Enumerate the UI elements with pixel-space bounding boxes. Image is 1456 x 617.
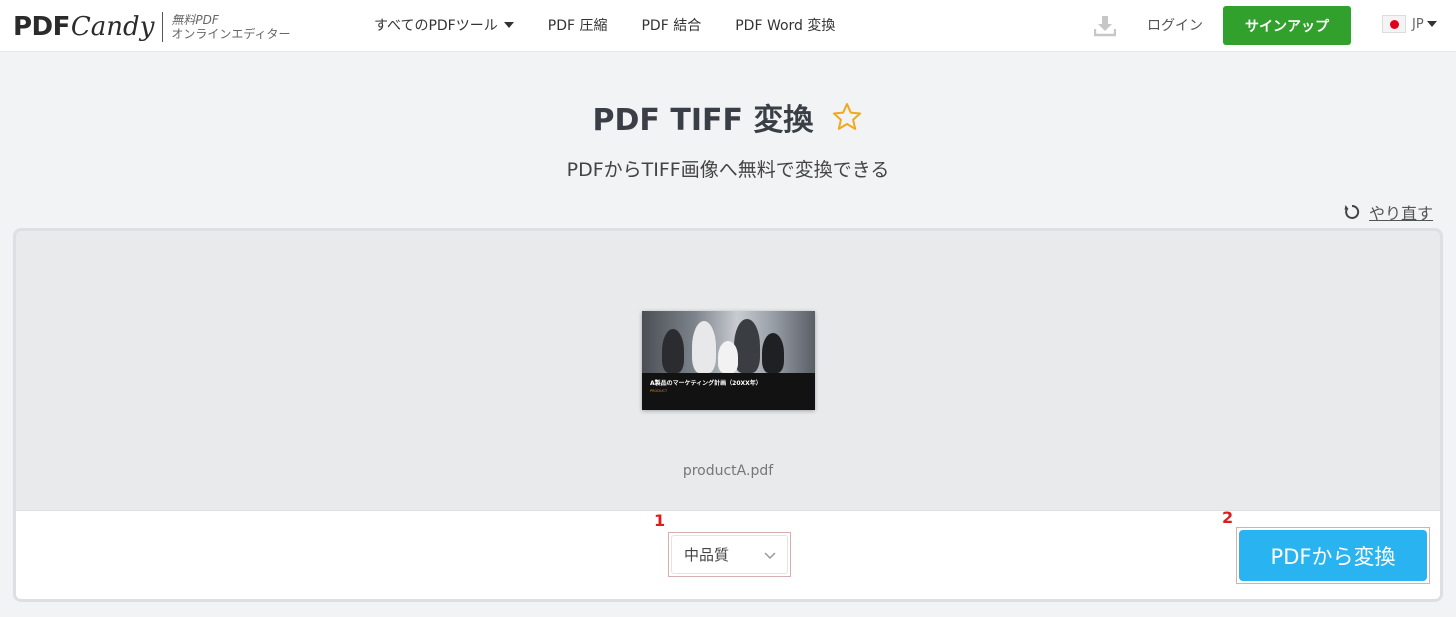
thumbnail-figure	[718, 341, 738, 373]
caret-down-icon	[503, 22, 514, 28]
annotation-marker-1: 1	[654, 511, 666, 530]
thumbnail-photo	[642, 311, 815, 373]
pdf-thumbnail[interactable]: A製品のマーケティング計画（20XX年） PRODUCT	[642, 311, 815, 410]
thumbnail-figure	[692, 321, 716, 373]
redo-button[interactable]: やり直す	[1343, 200, 1433, 224]
logo-tagline: 無料PDF オンラインエディター	[171, 13, 290, 41]
convert-button-highlight: PDFから変換	[1236, 527, 1430, 584]
quality-select[interactable]: 中品質	[671, 535, 788, 574]
language-label: JP	[1412, 16, 1424, 32]
logo-candy-text: Candy	[70, 12, 155, 42]
page-subtitle: PDFからTIFF画像へ無料で変換できる	[566, 159, 890, 181]
nav-all-tools-label: すべてのPDFツール	[374, 18, 498, 34]
thumbnail-figure	[762, 333, 784, 373]
nav-all-tools[interactable]: すべてのPDFツール	[374, 15, 514, 35]
annotation-marker-2: 2	[1222, 508, 1234, 527]
thumbnail-title: A製品のマーケティング計画（20XX年）	[650, 380, 762, 387]
page-title: PDF TIFF 変換	[592, 103, 814, 138]
nav-pdf-word[interactable]: PDF Word 変換	[735, 15, 835, 35]
language-selector[interactable]: JP	[1382, 15, 1437, 33]
chevron-down-icon	[764, 551, 776, 559]
nav-pdf-merge[interactable]: PDF 結合	[641, 15, 701, 35]
signup-button[interactable]: サインアップ	[1223, 6, 1351, 45]
caret-down-icon	[1426, 21, 1437, 27]
thumbnail-subtitle: PRODUCT	[650, 389, 668, 393]
main-nav: すべてのPDFツール PDF 圧縮 PDF 結合 PDF Word 変換	[374, 15, 869, 35]
convert-button[interactable]: PDFから変換	[1239, 530, 1427, 581]
logo-pdf-text: PDF	[13, 12, 70, 42]
star-favorite-icon[interactable]	[831, 101, 863, 133]
quality-select-highlight: 中品質	[668, 532, 791, 577]
nav-pdf-compress[interactable]: PDF 圧縮	[548, 15, 608, 35]
logo-divider	[162, 12, 164, 42]
title-row: PDF TIFF 変換	[0, 95, 1456, 139]
thumbnail-figure	[662, 329, 684, 373]
file-name: productA.pdf	[682, 463, 774, 479]
login-link[interactable]: ログイン	[1147, 15, 1203, 35]
quality-select-value: 中品質	[684, 546, 730, 564]
redo-icon	[1344, 204, 1360, 219]
logo[interactable]: PDF Candy 無料PDF オンラインエディター	[13, 10, 291, 44]
top-header: PDF Candy 無料PDF オンラインエディター すべてのPDFツール PD…	[0, 0, 1456, 52]
logo-tagline-line2: オンラインエディター	[171, 27, 291, 41]
redo-label: やり直す	[1369, 204, 1434, 223]
logo-tagline-line1: 無料PDF	[171, 13, 219, 27]
download-icon[interactable]	[1094, 14, 1116, 38]
file-panel: A製品のマーケティング計画（20XX年） PRODUCT productA.pd…	[13, 228, 1443, 602]
japan-flag-icon	[1382, 15, 1406, 33]
